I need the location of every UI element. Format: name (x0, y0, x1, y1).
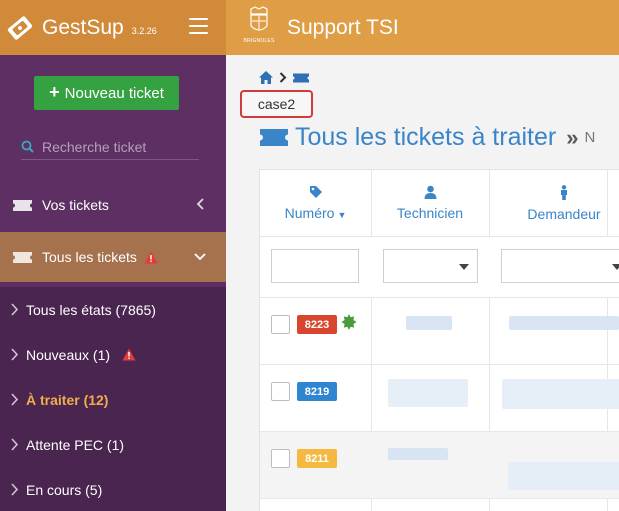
submenu-label: Nouveaux (1) (26, 346, 111, 363)
column-header-technicien[interactable]: Technicien (371, 170, 489, 236)
chevron-right-icon (11, 483, 19, 496)
submenu-item-a-traiter[interactable]: À traiter (12) (0, 377, 226, 422)
column-label: Technicien (396, 205, 464, 221)
row-checkbox[interactable] (271, 315, 290, 334)
table-row[interactable]: 8219 (260, 365, 619, 432)
ticket-search (21, 134, 199, 160)
numero-filter-input[interactable] (271, 249, 359, 283)
gestsup-logo-icon (7, 15, 33, 40)
new-ticket-button[interactable]: + Nouveau ticket (34, 76, 179, 110)
demandeur-filter-select[interactable] (501, 249, 619, 283)
menu-toggle-icon[interactable] (189, 18, 208, 34)
ticket-icon[interactable] (292, 73, 310, 83)
tickets-table: Numéro ▼ Technicien Demandeur 8223 8219 … (259, 169, 619, 511)
ticket-icon (13, 199, 32, 211)
list-heading: Tous les tickets à traiter » N (259, 123, 595, 152)
search-icon (21, 140, 34, 153)
top-header: BRIGNOLES Support TSI (226, 0, 619, 55)
search-input[interactable] (42, 138, 192, 155)
submenu-item-attente-pec[interactable]: Attente PEC (1) (0, 422, 226, 467)
ticket-number-badge[interactable]: 8219 (297, 382, 337, 401)
crest-icon (250, 5, 268, 31)
home-icon[interactable] (258, 70, 274, 85)
page-title: Support TSI (287, 15, 399, 39)
column-label: Numéro (284, 205, 335, 221)
submenu-item-tous-etats[interactable]: Tous les états (7865) (0, 287, 226, 332)
plus-icon: + (49, 81, 60, 102)
warning-icon (144, 251, 158, 263)
brand-bar: GestSup 3.2.26 (0, 0, 226, 55)
sidebar-item-label: Vos tickets (42, 197, 109, 213)
sort-desc-icon: ▼ (337, 210, 347, 220)
chevron-right-icon (279, 72, 287, 83)
dropdown-arrow-icon (612, 264, 619, 270)
chevron-left-icon (196, 198, 204, 210)
sidebar-item-tous-tickets[interactable]: Tous les tickets (0, 232, 226, 282)
breadcrumb (258, 70, 310, 85)
dropdown-arrow-icon (459, 264, 469, 270)
heading-text: Tous les tickets à traiter (295, 123, 557, 151)
sidebar-submenu: Tous les états (7865) Nouveaux (1) À tra… (0, 287, 226, 511)
column-label: Demandeur (527, 205, 601, 222)
ticket-icon (260, 129, 288, 146)
sidebar-item-label: Tous les tickets (42, 249, 137, 265)
row-checkbox[interactable] (271, 382, 290, 401)
chevron-right-icon (11, 348, 19, 361)
submenu-label: En cours (5) (26, 481, 103, 498)
submenu-label: Attente PEC (1) (26, 436, 125, 453)
chevron-right-icon (11, 393, 19, 406)
main-content: case2 Tous les tickets à traiter » N Num… (226, 55, 619, 511)
filter-row (260, 236, 619, 298)
chevron-right-icon (11, 438, 19, 451)
app-version: 3.2.26 (131, 25, 157, 36)
warning-icon (122, 348, 136, 361)
column-header-numero[interactable]: Numéro ▼ (260, 170, 371, 236)
new-ticket-label: Nouveau ticket (64, 84, 164, 102)
heading-separator: » (566, 124, 579, 150)
crest-text: BRIGNOLES (243, 37, 275, 44)
app-name: GestSup (42, 15, 124, 39)
tag-icon (309, 186, 322, 198)
user-icon (424, 185, 436, 199)
table-row[interactable]: 8211 (260, 432, 619, 499)
submenu-item-nouveaux[interactable]: Nouveaux (1) (0, 332, 226, 377)
column-header-demandeur[interactable]: Demandeur (489, 170, 619, 236)
sidebar-item-vos-tickets[interactable]: Vos tickets (0, 180, 226, 230)
chevron-down-icon (194, 253, 206, 261)
submenu-label: Tous les états (7865) (26, 301, 156, 318)
chevron-right-icon (11, 303, 19, 316)
submenu-item-en-cours[interactable]: En cours (5) (0, 467, 226, 511)
breadcrumb-case: case2 (240, 90, 313, 118)
brignoles-crest-logo: BRIGNOLES (242, 5, 276, 50)
sidebar: + Nouveau ticket Vos tickets Tous les ti… (0, 55, 226, 511)
person-icon (561, 184, 567, 200)
new-ticket-star-icon (341, 314, 357, 330)
ticket-number-badge[interactable]: 8211 (297, 449, 337, 468)
ticket-icon (13, 251, 32, 263)
table-row[interactable]: 8223 (260, 298, 619, 365)
heading-extra: N (584, 129, 596, 146)
submenu-label: À traiter (12) (26, 391, 109, 408)
row-checkbox[interactable] (271, 449, 290, 468)
technicien-filter-select[interactable] (383, 249, 478, 283)
ticket-number-badge[interactable]: 8223 (297, 315, 337, 334)
